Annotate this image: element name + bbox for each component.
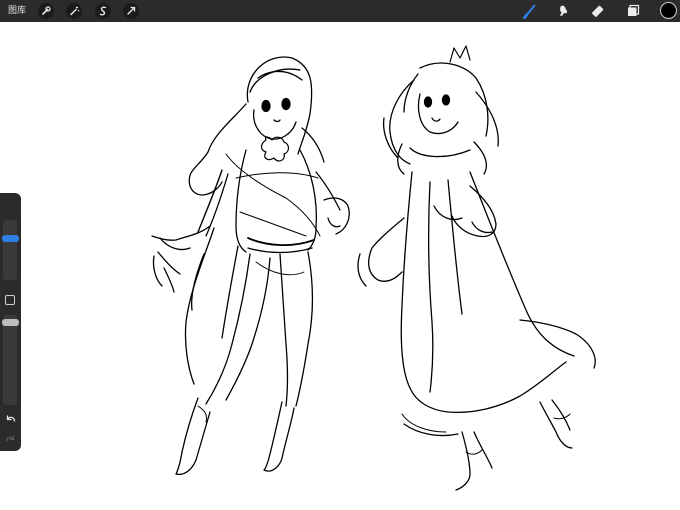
undo-icon[interactable]	[4, 411, 17, 424]
brush-size-thumb[interactable]	[2, 234, 19, 242]
opacity-thumb[interactable]	[2, 319, 19, 327]
sketch-figure-right	[357, 45, 596, 491]
sketch-figure-left	[151, 56, 350, 476]
side-toolbar	[0, 193, 21, 451]
drawing-canvas[interactable]	[0, 22, 680, 510]
color-swatch[interactable]	[660, 2, 677, 19]
smudge-icon[interactable]	[555, 3, 571, 19]
brush-size-slider[interactable]	[3, 220, 17, 280]
modify-square-icon[interactable]	[5, 295, 15, 305]
redo-icon[interactable]	[4, 431, 17, 444]
wrench-icon[interactable]	[38, 3, 54, 19]
brush-icon[interactable]	[522, 3, 538, 19]
magic-wand-icon[interactable]	[66, 3, 82, 19]
layers-icon[interactable]	[625, 3, 641, 19]
eraser-icon[interactable]	[590, 3, 606, 19]
gallery-button[interactable]: 图库	[8, 4, 26, 18]
opacity-slider[interactable]	[3, 315, 17, 405]
transform-arrow-icon[interactable]	[123, 3, 139, 19]
selection-icon[interactable]	[95, 3, 111, 19]
top-toolbar: 图库	[0, 0, 680, 22]
